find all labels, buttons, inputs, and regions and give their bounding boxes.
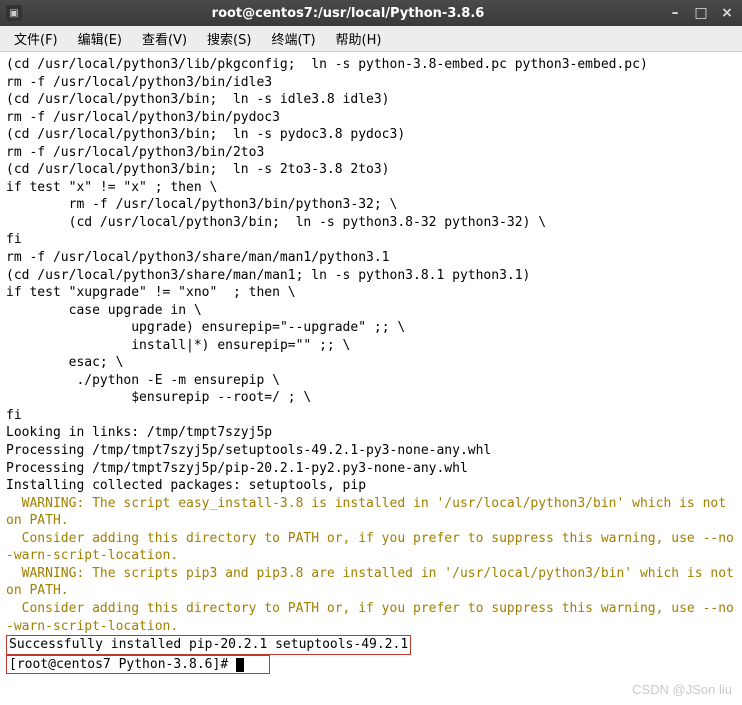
terminal-warning: Consider adding this directory to PATH o… [6, 601, 734, 634]
terminal-line: (cd /usr/local/python3/share/man/man1; l… [6, 268, 530, 283]
terminal-line: install|*) ensurepip="" ;; \ [6, 338, 350, 353]
terminal-line: (cd /usr/local/python3/bin; ln -s 2to3-3… [6, 162, 390, 177]
terminal-line: rm -f /usr/local/python3/share/man/man1/… [6, 250, 390, 265]
menu-file[interactable]: 文件(F) [4, 26, 68, 51]
terminal-line: Processing /tmp/tmpt7szyj5p/setuptools-4… [6, 443, 491, 458]
terminal-line: rm -f /usr/local/python3/bin/python3-32;… [6, 197, 397, 212]
window-titlebar: ▣ root@centos7:/usr/local/Python-3.8.6 –… [0, 0, 742, 26]
window-controls: – □ × [666, 4, 736, 22]
menu-help[interactable]: 帮助(H) [326, 26, 392, 51]
terminal-line: if test "x" != "x" ; then \ [6, 180, 217, 195]
terminal-line: upgrade) ensurepip="--upgrade" ;; \ [6, 320, 405, 335]
menu-search[interactable]: 搜索(S) [197, 26, 261, 51]
terminal-output[interactable]: (cd /usr/local/python3/lib/pkgconfig; ln… [0, 52, 742, 705]
menu-edit[interactable]: 编辑(E) [68, 26, 132, 51]
terminal-line: (cd /usr/local/python3/bin; ln -s pydoc3… [6, 127, 405, 142]
terminal-line: if test "xupgrade" != "xno" ; then \ [6, 285, 296, 300]
terminal-line: Looking in links: /tmp/tmpt7szyj5p [6, 425, 272, 440]
terminal-line: $ensurepip --root=/ ; \ [6, 390, 311, 405]
menu-terminal[interactable]: 终端(T) [261, 26, 325, 51]
terminal-line: (cd /usr/local/python3/lib/pkgconfig; ln… [6, 57, 648, 72]
prompt-highlight: [root@centos7 Python-3.8.6]# [6, 655, 270, 675]
terminal-line: rm -f /usr/local/python3/bin/idle3 [6, 75, 272, 90]
terminal-line: Installing collected packages: setuptool… [6, 478, 366, 493]
terminal-line: Processing /tmp/tmpt7szyj5p/pip-20.2.1-p… [6, 461, 468, 476]
terminal-line: (cd /usr/local/python3/bin; ln -s python… [6, 215, 546, 230]
terminal-icon: ▣ [6, 5, 22, 21]
menubar: 文件(F) 编辑(E) 查看(V) 搜索(S) 终端(T) 帮助(H) [0, 26, 742, 52]
maximize-button[interactable]: □ [692, 4, 710, 22]
terminal-warning: Consider adding this directory to PATH o… [6, 531, 734, 564]
terminal-line: rm -f /usr/local/python3/bin/pydoc3 [6, 110, 280, 125]
menu-view[interactable]: 查看(V) [132, 26, 197, 51]
terminal-line: (cd /usr/local/python3/bin; ln -s idle3.… [6, 92, 390, 107]
close-button[interactable]: × [718, 4, 736, 22]
window-title: root@centos7:/usr/local/Python-3.8.6 [30, 6, 666, 21]
terminal-prompt: [root@centos7 Python-3.8.6]# [9, 657, 236, 672]
success-highlight: Successfully installed pip-20.2.1 setupt… [6, 635, 411, 655]
cursor-icon [236, 658, 244, 672]
terminal-line: fi [6, 408, 22, 423]
minimize-button[interactable]: – [666, 4, 684, 22]
terminal-line: esac; \ [6, 355, 123, 370]
terminal-line: fi [6, 232, 22, 247]
terminal-line: case upgrade in \ [6, 303, 202, 318]
terminal-success: Successfully installed pip-20.2.1 setupt… [9, 637, 408, 652]
terminal-line: rm -f /usr/local/python3/bin/2to3 [6, 145, 264, 160]
terminal-warning: WARNING: The scripts pip3 and pip3.8 are… [6, 566, 742, 599]
terminal-warning: WARNING: The script easy_install-3.8 is … [6, 496, 734, 529]
terminal-line: ./python -E -m ensurepip \ [6, 373, 280, 388]
watermark: CSDN @JSon liu [632, 681, 732, 699]
